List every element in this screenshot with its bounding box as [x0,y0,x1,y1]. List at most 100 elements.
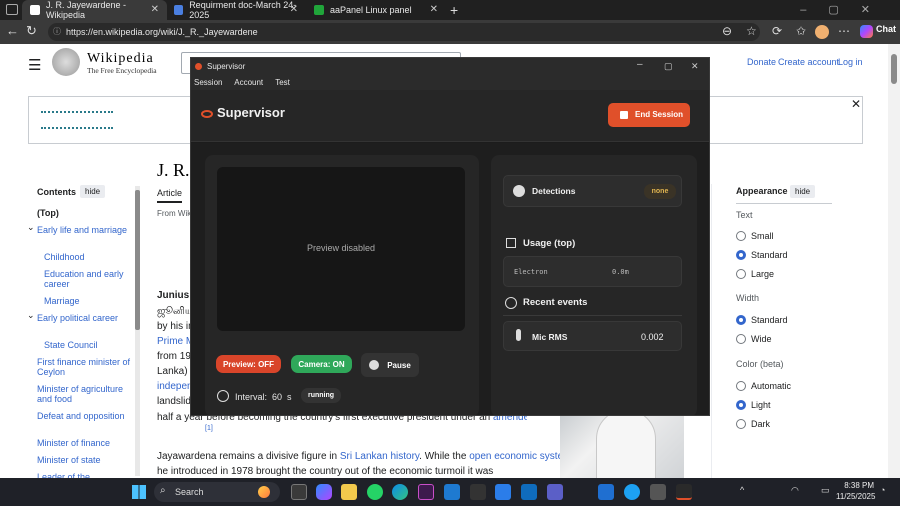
end-session-button[interactable]: End Session [608,103,690,127]
terminal-icon[interactable] [470,484,486,500]
close-banner-icon[interactable]: ✕ [851,97,861,111]
main-menu-icon[interactable]: ☰ [28,56,41,74]
supervisor-taskbar-icon[interactable] [676,484,692,500]
close-window-icon[interactable]: ✕ [691,58,699,75]
radio-option[interactable]: Dark [736,415,770,433]
radio-checked-icon[interactable] [736,399,746,410]
tab-requirement-doc[interactable]: Requirment doc-March 24-2025 ✕ [166,0,306,20]
window-controls[interactable]: –▢✕ [800,3,892,16]
edge-browser-icon[interactable] [392,484,408,500]
radio-option[interactable]: Wide [736,330,772,348]
page-scrollbar[interactable] [888,44,900,478]
site-info-icon[interactable]: ⓘ [53,23,61,41]
chevron-down-icon[interactable]: ⌄ [27,222,35,232]
toc-item[interactable]: Minister of state [37,455,132,465]
menu-test[interactable]: Test [275,78,290,87]
teams-icon[interactable] [547,484,563,500]
radio-option[interactable]: Large [736,265,774,283]
whatsapp-icon[interactable] [367,484,383,500]
tab-actions-icon[interactable] [6,4,18,15]
scrollbar-thumb[interactable] [891,54,897,84]
body-link[interactable]: Prime M [157,336,194,347]
todo-icon[interactable] [495,484,511,500]
donate-link[interactable]: Donate [747,57,776,67]
copilot-chat-button[interactable]: Chat [876,24,896,34]
tab-aapanel[interactable]: aaPanel Linux panel ✕ [306,0,446,20]
favorite-star-icon[interactable]: ☆ [746,24,757,38]
close-tab-icon[interactable]: ✕ [151,4,159,15]
tray-overflow-icon[interactable]: ^ [740,485,744,495]
radio-option[interactable]: Light [736,396,771,414]
reading-mode-icon[interactable]: ⊖ [722,24,732,38]
maximize-icon[interactable]: ▢ [664,58,673,75]
menu-session[interactable]: Session [194,78,222,87]
toc-item[interactable]: ⌄ Early life and marriage [27,222,132,235]
radio-checked-icon[interactable] [736,249,746,260]
minimize-icon[interactable]: – [637,58,643,73]
more-menu-icon[interactable]: ⋯ [838,24,850,38]
toc-hide-button[interactable]: hide [80,185,106,198]
clock-time[interactable]: 8:38 PM [838,481,874,490]
start-windows-icon[interactable] [132,485,146,499]
toc-scrollbar[interactable] [135,186,140,476]
toc-item[interactable]: ⌄ Early political career [27,310,132,323]
favorites-icon[interactable]: ✩ [796,24,806,38]
radio-unchecked-icon[interactable] [736,230,746,241]
wifi-icon[interactable]: ◠ [791,485,799,496]
body-link[interactable]: indepen [157,381,193,392]
toc-item[interactable]: Education and early career [44,269,132,289]
citation-ref[interactable]: [1] [205,425,213,432]
radio-unchecked-icon[interactable] [736,380,746,391]
toc-item[interactable]: Minister of agriculture and food [37,384,132,404]
toc-item[interactable]: State Council [44,340,132,350]
chevron-down-icon[interactable]: ⌄ [27,310,35,320]
snipping-tool-icon[interactable] [650,484,666,500]
radio-option[interactable]: Automatic [736,377,791,395]
toc-item[interactable]: Marriage [44,296,132,306]
url-field[interactable]: ⓘ https://en.wikipedia.org/wiki/J._R._Ja… [48,23,760,41]
outlook-icon[interactable] [521,484,537,500]
extensions-icon[interactable]: ⟳ [772,24,782,38]
battery-icon[interactable]: ▭ [821,485,830,496]
back-icon[interactable]: ← [6,23,19,38]
tab-article[interactable]: Article [157,188,183,203]
radio-unchecked-icon[interactable] [736,333,746,344]
vscode-icon[interactable] [444,484,460,500]
menu-account[interactable]: Account [234,78,263,87]
toc-item[interactable]: Minister of finance [37,438,132,448]
camera-toggle-button[interactable]: Camera: ON [291,355,352,373]
radio-option[interactable]: Small [736,227,774,245]
interval-value[interactable]: 60 [272,392,282,402]
toc-item[interactable]: (Top) [37,208,132,218]
sri-lankan-history-link[interactable]: Sri Lankan history [340,451,419,462]
radio-unchecked-icon[interactable] [736,268,746,279]
close-tab-icon[interactable]: ✕ [290,4,298,15]
refresh-icon[interactable]: ↻ [26,23,37,39]
wiki-wordmark[interactable]: Wikipedia [87,51,154,67]
task-view-icon[interactable] [291,484,307,500]
browser-app-icon[interactable] [624,484,640,500]
toc-item[interactable]: Defeat and opposition [37,411,132,421]
close-tab-icon[interactable]: ✕ [430,4,438,15]
photoshop-icon[interactable] [418,484,434,500]
copilot-app-icon[interactable] [316,484,332,500]
radio-option[interactable]: Standard [736,311,788,329]
supervisor-titlebar[interactable]: Supervisor – ▢ ✕ [191,58,709,75]
copilot-widget-icon[interactable] [258,486,270,498]
open-economic-system-link[interactable]: open economic system [469,451,571,462]
preview-toggle-button[interactable]: Preview: OFF [216,355,281,373]
docs-app-icon[interactable] [598,484,614,500]
pause-button[interactable]: Pause [361,353,419,377]
copilot-icon[interactable] [860,25,873,38]
new-tab-icon[interactable]: + [450,2,458,18]
wikipedia-globe-logo[interactable] [52,48,80,76]
radio-unchecked-icon[interactable] [736,418,746,429]
toc-item[interactable]: First finance minister of Ceylon [37,357,132,377]
radio-option[interactable]: Standard [736,246,788,264]
radio-checked-icon[interactable] [736,314,746,325]
appearance-hide-button[interactable]: hide [790,185,816,198]
file-explorer-icon[interactable] [341,484,357,500]
tab-wikipedia[interactable]: J. R. Jayewardene - Wikipedia ✕ [22,0,167,20]
login-link[interactable]: Log in [838,57,863,67]
toc-item[interactable]: Childhood [44,252,132,262]
